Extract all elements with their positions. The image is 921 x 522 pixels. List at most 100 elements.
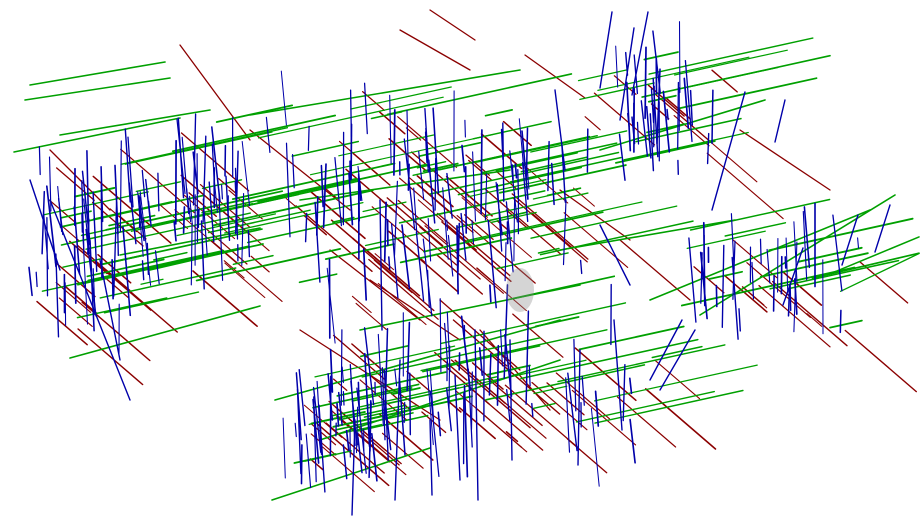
3d-viewport[interactable]	[0, 0, 921, 522]
green-segment	[699, 194, 896, 316]
blue-segment	[454, 374, 461, 481]
red-segment	[295, 205, 373, 272]
blue-segment	[307, 125, 310, 152]
blue-segment	[336, 402, 340, 427]
green-segment	[440, 302, 627, 345]
red-segment	[739, 129, 831, 191]
blue-segment	[738, 308, 741, 332]
red-segment	[48, 199, 78, 225]
blue-segment	[581, 375, 585, 406]
blue-segment	[427, 269, 430, 309]
blue-segment	[528, 365, 531, 387]
blue-segment	[383, 201, 387, 263]
blue-segment	[504, 242, 507, 282]
red-segment	[369, 279, 461, 341]
red-segment	[772, 280, 848, 347]
blue-segment	[388, 256, 391, 270]
green-segment	[386, 73, 573, 116]
blue-segment	[688, 237, 697, 323]
blue-segment	[456, 225, 459, 295]
green-segment	[689, 66, 779, 88]
blue-segment	[351, 419, 356, 516]
blue-segment	[550, 162, 555, 206]
blue-segment	[628, 377, 633, 395]
blue-segment	[577, 349, 581, 466]
blue-segment	[579, 259, 583, 275]
line-segment-scene[interactable]	[0, 0, 921, 522]
red-segment	[368, 258, 439, 320]
blue-segment	[117, 230, 119, 257]
blue-segment	[759, 238, 762, 265]
blue-segment	[677, 81, 680, 150]
blue-segment	[784, 256, 787, 269]
blue-segment	[28, 266, 33, 297]
red-segment	[468, 159, 493, 181]
blue-segment	[285, 142, 291, 238]
red-segment	[285, 197, 298, 209]
blue-segment	[113, 201, 118, 297]
blue-segment	[87, 218, 90, 255]
blue-segment	[488, 352, 492, 396]
blue-segment	[294, 422, 297, 438]
red-segment	[619, 239, 691, 301]
green-segment	[689, 198, 831, 231]
blue-segment	[547, 140, 550, 192]
green-segment	[839, 252, 920, 292]
blue-segment	[857, 237, 860, 249]
blue-segment	[446, 219, 449, 231]
blue-segment	[478, 347, 484, 377]
blue-segment	[487, 219, 497, 309]
blue-segment	[644, 46, 647, 120]
green-segment	[559, 219, 736, 251]
red-segment	[806, 313, 823, 327]
green-segment	[101, 254, 144, 266]
blue-segment	[480, 129, 483, 215]
red-segment	[36, 300, 88, 346]
blue-segment	[573, 338, 577, 412]
green-segment	[257, 163, 428, 203]
blue-segment	[649, 319, 683, 381]
blue-segment	[340, 329, 343, 406]
center-marker-layer	[506, 268, 534, 312]
blue-segment	[111, 258, 114, 300]
blue-segment	[666, 108, 669, 121]
blue-segment	[721, 244, 725, 328]
red-segment	[179, 44, 251, 141]
red-segment	[224, 262, 266, 299]
green-segment	[171, 114, 336, 153]
blue-segment	[427, 217, 432, 262]
green-segment	[124, 131, 273, 165]
blue-segment	[415, 231, 425, 302]
blue-segment	[470, 371, 473, 431]
blue-segment	[514, 163, 518, 179]
red-segment	[429, 9, 476, 41]
blue-segment	[622, 364, 626, 422]
green-segment	[686, 230, 766, 250]
green-segment	[69, 305, 261, 359]
green-segment	[768, 217, 914, 252]
blue-line-layer	[28, 11, 891, 516]
blue-segment	[280, 70, 287, 126]
blue-segment	[706, 132, 710, 165]
green-segment	[530, 130, 628, 153]
red-segment	[399, 29, 471, 71]
green-segment	[673, 49, 788, 76]
green-segment	[120, 127, 289, 165]
red-segment	[511, 193, 589, 260]
center-marker	[506, 268, 534, 312]
blue-segment	[619, 27, 635, 121]
green-segment	[484, 109, 513, 117]
green-segment	[467, 178, 547, 198]
blue-segment	[197, 208, 200, 229]
red-segment	[644, 388, 717, 450]
blue-segment	[562, 199, 567, 266]
blue-segment	[379, 199, 383, 331]
blue-segment	[461, 144, 466, 173]
green-segment	[520, 156, 588, 173]
blue-segment	[190, 222, 193, 286]
blue-segment	[393, 109, 396, 176]
blue-segment	[439, 298, 442, 373]
blue-segment	[711, 89, 714, 144]
green-segment	[829, 319, 863, 329]
blue-segment	[409, 372, 412, 436]
